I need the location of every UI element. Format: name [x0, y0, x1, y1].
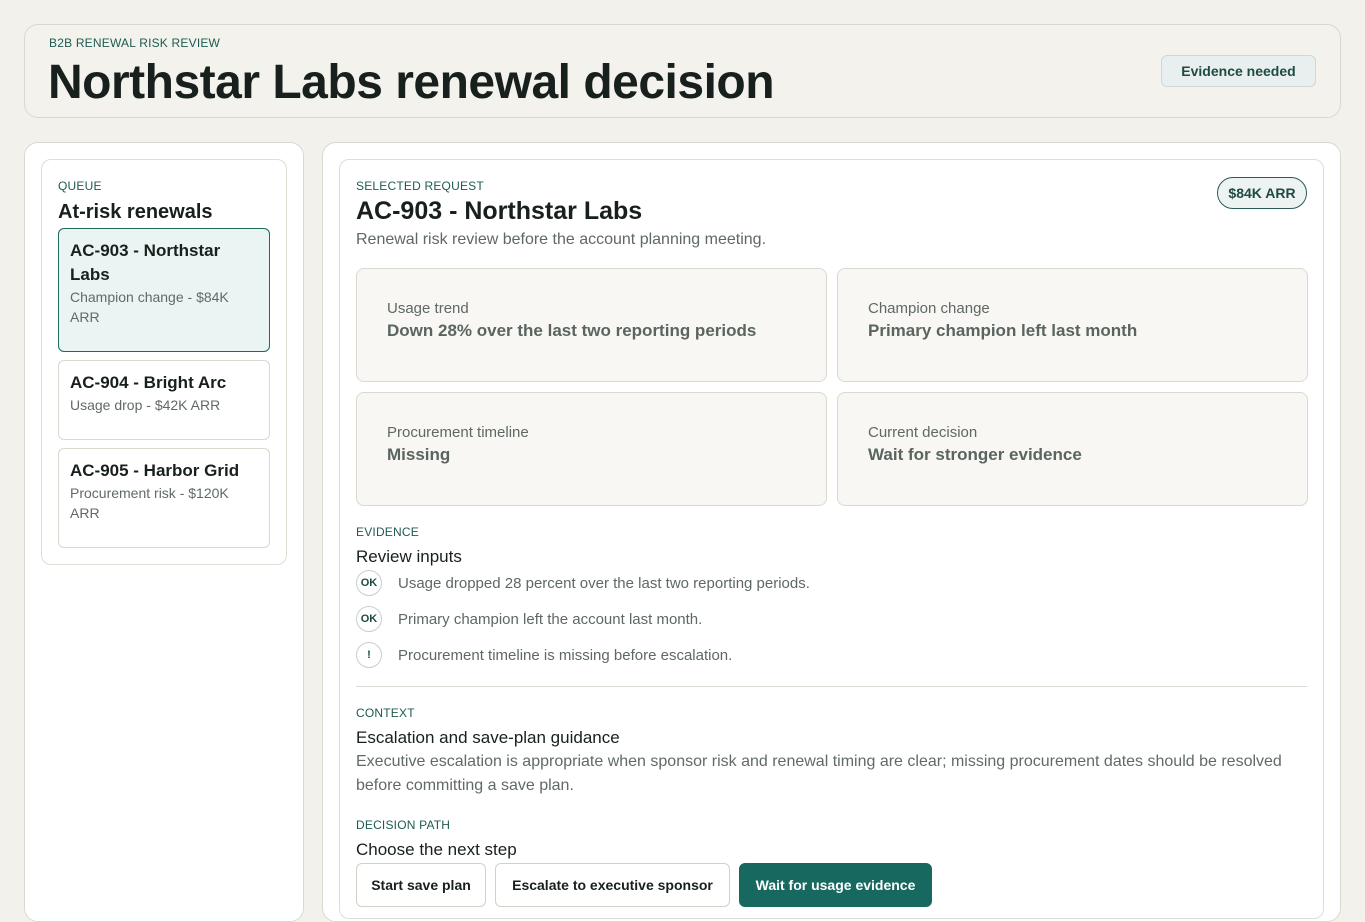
metric-procurement-timeline: Procurement timeline Missing	[356, 392, 827, 506]
request-description: Renewal risk review before the account p…	[356, 231, 767, 248]
request-title: AC-903 - Northstar Labs	[356, 197, 643, 225]
metric-current-decision: Current decision Wait for stronger evide…	[837, 392, 1308, 506]
wait-for-usage-evidence-button[interactable]: Wait for usage evidence	[739, 863, 932, 907]
evidence-title: Review inputs	[356, 547, 462, 566]
queue-title: At-risk renewals	[58, 201, 213, 223]
warning-status-icon: !	[356, 642, 382, 668]
metric-value: Primary champion left last month	[868, 321, 1138, 340]
decision-eyebrow: DECISION PATH	[356, 818, 451, 832]
queue-item-title: AC-904 - Bright Arc	[70, 373, 227, 392]
metric-label: Champion change	[868, 300, 990, 317]
page-title: Northstar Labs renewal decision	[48, 56, 775, 109]
metric-label: Procurement timeline	[387, 424, 529, 441]
queue-item-ac-904[interactable]: AC-904 - Bright Arc Usage drop - $42K AR…	[58, 360, 270, 440]
context-text: Executive escalation is appropriate when…	[356, 753, 1282, 794]
evidence-item: OK Usage dropped 28 percent over the las…	[356, 570, 810, 596]
metric-value: Wait for stronger evidence	[868, 445, 1082, 464]
metric-champion-change: Champion change Primary champion left la…	[837, 268, 1308, 382]
page-header: B2B RENEWAL RISK REVIEW Northstar Labs r…	[24, 24, 1341, 118]
queue-item-subtitle: Usage drop - $42K ARR	[70, 397, 221, 413]
metric-label: Usage trend	[387, 300, 469, 317]
queue-item-ac-905[interactable]: AC-905 - Harbor Grid Procurement risk - …	[58, 448, 270, 548]
queue-item-subtitle: Champion change - $84K ARR	[70, 289, 229, 325]
section-divider	[356, 686, 1307, 687]
metric-label: Current decision	[868, 424, 978, 441]
context-eyebrow: CONTEXT	[356, 706, 415, 720]
metric-value: Down 28% over the last two reporting per…	[387, 321, 757, 340]
request-panel: SELECTED REQUEST AC-903 - Northstar Labs…	[322, 142, 1341, 922]
queue-item-ac-903[interactable]: AC-903 - Northstar Labs Champion change …	[58, 228, 270, 352]
start-save-plan-button[interactable]: Start save plan	[356, 863, 486, 907]
evidence-text: Usage dropped 28 percent over the last t…	[398, 574, 810, 592]
evidence-text: Procurement timeline is missing before e…	[398, 646, 733, 664]
queue-card: QUEUE At-risk renewals AC-903 - Northsta…	[41, 159, 287, 565]
header-eyebrow: B2B RENEWAL RISK REVIEW	[49, 36, 221, 50]
evidence-item: OK Primary champion left the account las…	[356, 606, 702, 632]
evidence-item: ! Procurement timeline is missing before…	[356, 642, 732, 668]
metric-value: Missing	[387, 445, 451, 464]
context-title: Escalation and save-plan guidance	[356, 728, 620, 747]
queue-eyebrow: QUEUE	[58, 179, 102, 193]
ok-status-icon: OK	[356, 606, 382, 632]
ok-status-icon: OK	[356, 570, 382, 596]
queue-item-title: AC-903 - Northstar Labs	[70, 241, 221, 284]
request-card: SELECTED REQUEST AC-903 - Northstar Labs…	[339, 159, 1324, 919]
metric-usage-trend: Usage trend Down 28% over the last two r…	[356, 268, 827, 382]
evidence-text: Primary champion left the account last m…	[398, 610, 703, 628]
queue-panel: QUEUE At-risk renewals AC-903 - Northsta…	[24, 142, 304, 922]
evidence-eyebrow: EVIDENCE	[356, 525, 419, 539]
arr-badge: $84K ARR	[1217, 177, 1307, 209]
queue-item-title: AC-905 - Harbor Grid	[70, 461, 240, 480]
escalate-executive-sponsor-button[interactable]: Escalate to executive sponsor	[495, 863, 730, 907]
queue-item-subtitle: Procurement risk - $120K ARR	[70, 485, 229, 521]
decision-title: Choose the next step	[356, 840, 517, 859]
status-badge: Evidence needed	[1161, 55, 1316, 87]
request-eyebrow: SELECTED REQUEST	[356, 179, 484, 193]
